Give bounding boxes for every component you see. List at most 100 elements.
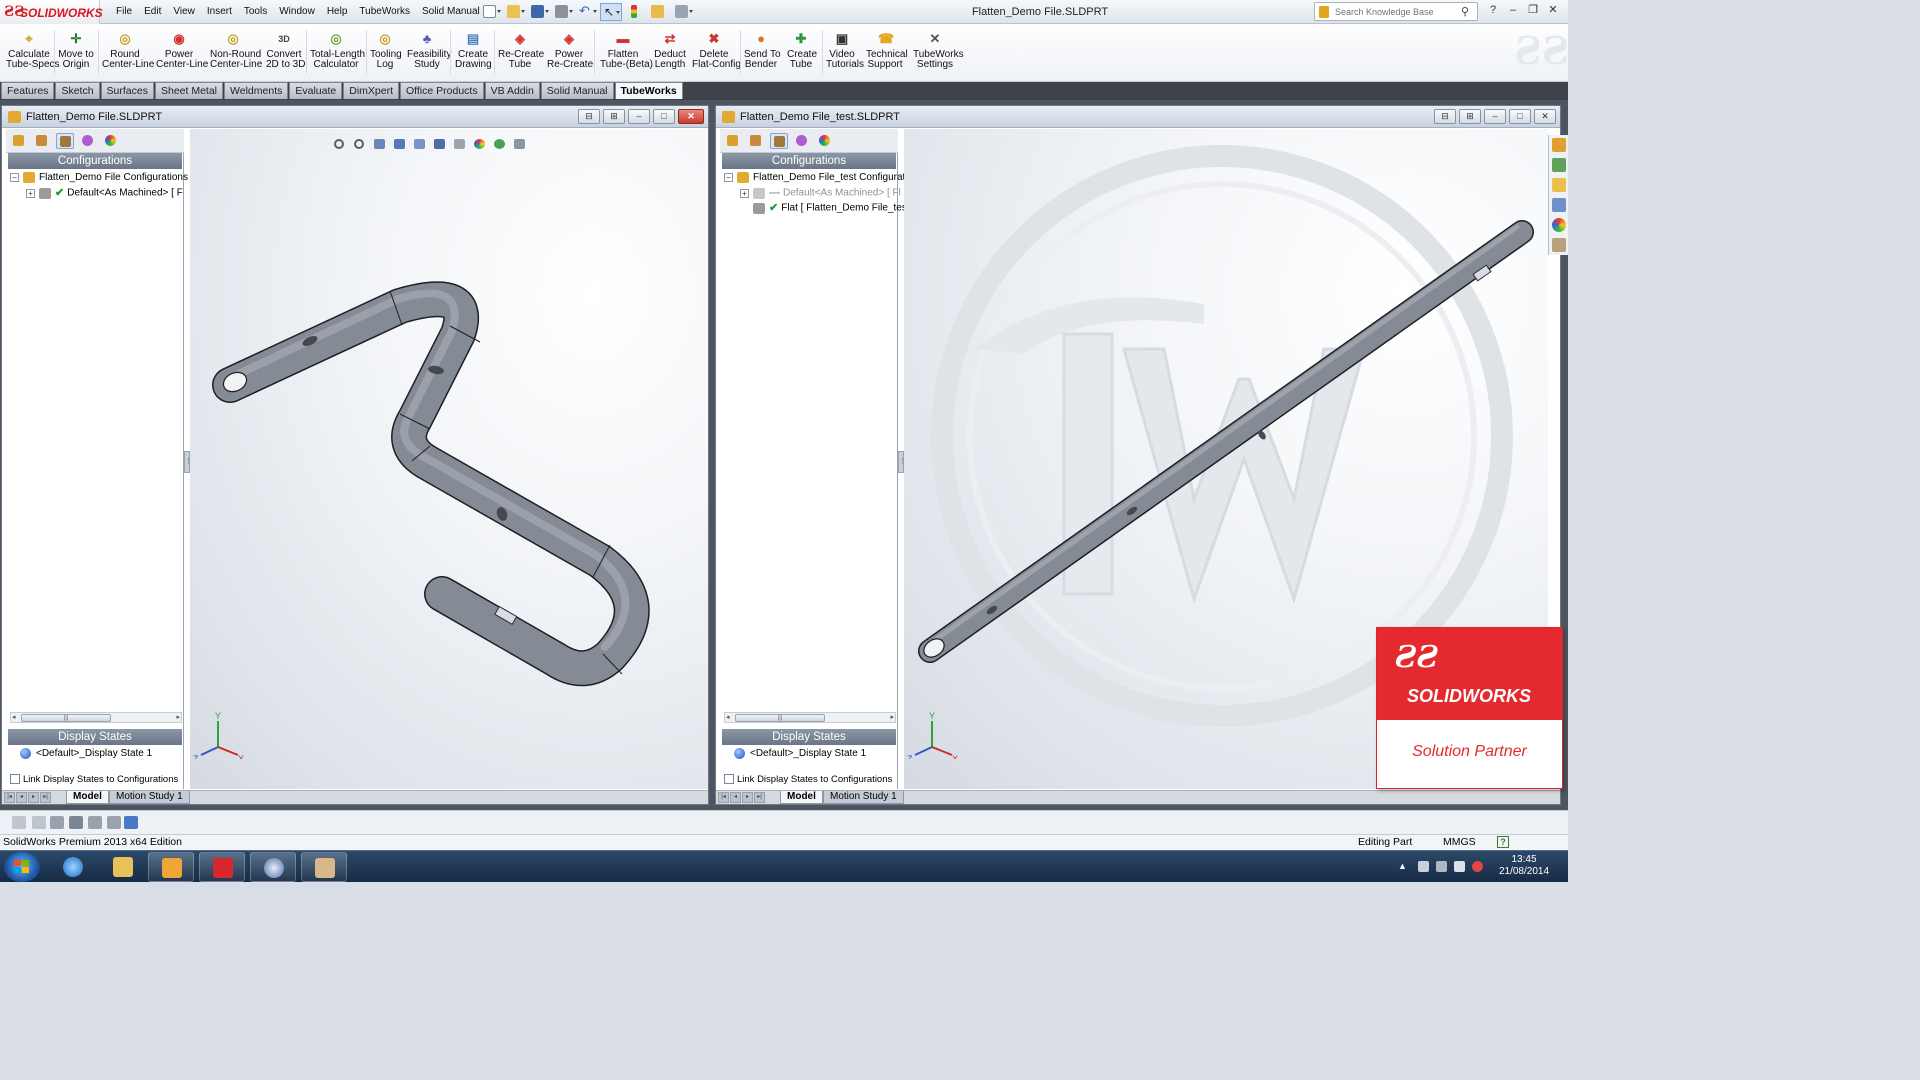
taskbar-file-explorer[interactable] (100, 852, 146, 882)
configuration-item-flat[interactable]: ✔ Flat [ Flatten_Demo File_tes (753, 201, 907, 215)
scroll-left-icon[interactable]: ◂ (726, 713, 730, 722)
sketch-tool-icon[interactable] (12, 816, 26, 829)
expand-icon[interactable]: + (26, 188, 35, 198)
tab-motion-study[interactable]: Motion Study 1 (109, 791, 190, 804)
design-library-icon[interactable] (1552, 158, 1566, 172)
property-manager-tab[interactable] (747, 133, 765, 149)
options-button[interactable] (672, 3, 694, 21)
taskbar-outlook[interactable] (148, 852, 194, 882)
menu-insert[interactable]: Insert (201, 0, 238, 24)
lines-icon[interactable] (69, 816, 83, 829)
dimension-icon[interactable] (107, 816, 121, 829)
cmd-round-center-line-button[interactable]: ◎ Round Center-Line (102, 32, 154, 80)
menu-view[interactable]: View (167, 0, 201, 24)
cmd-calculate-tube-specs-button[interactable]: ⌖ Calculate Tube-Specs (6, 32, 60, 80)
cmd-tubeworks-settings-button[interactable]: ✕ TubeWorks Settings (913, 32, 964, 80)
tab-surfaces[interactable]: Surfaces (100, 82, 154, 99)
display-manager-tab[interactable] (102, 133, 120, 149)
tab-office-products[interactable]: Office Products (400, 82, 484, 99)
scroll-left-icon[interactable]: ◂ (12, 713, 16, 722)
search-icon[interactable]: ⚲ (1461, 5, 1469, 18)
restore-app-button[interactable]: ❐ (1524, 2, 1542, 20)
menu-file[interactable]: File (110, 0, 138, 24)
menu-solid-manual[interactable]: Solid Manual (416, 0, 486, 24)
taskbar-paint[interactable] (301, 852, 347, 882)
menu-tubeworks[interactable]: TubeWorks (353, 0, 416, 24)
link-display-states-checkbox[interactable]: Link Display States to Configurations (724, 773, 892, 787)
search-input[interactable] (1335, 5, 1453, 18)
feature-tree-tab[interactable] (724, 133, 742, 149)
cmd-delete-flat-config-button[interactable]: ✖ Delete Flat-Config (692, 32, 741, 80)
configuration-manager-tab[interactable] (56, 133, 74, 149)
configuration-tree-root[interactable]: – Flatten_Demo File_test Configurat (724, 171, 905, 185)
taskbar-internet-explorer[interactable] (50, 852, 96, 882)
tile-horizontal-button[interactable]: ⊟ (1434, 109, 1456, 124)
close-app-button[interactable]: ✕ (1544, 2, 1562, 20)
tab-features[interactable]: Features (1, 82, 55, 99)
expand-icon[interactable]: + (740, 188, 749, 198)
rebuild-button[interactable] (624, 3, 646, 21)
cmd-video-tutorials-button[interactable]: ▣ Video Tutorials (826, 32, 864, 80)
document-titlebar[interactable]: Flatten_Demo File.SLDPRT ⊟ ⊞ – □ ✕ (2, 106, 708, 128)
cmd-power-center-line-button[interactable]: ◉ Power Center-Line (156, 32, 208, 80)
checkbox-icon[interactable] (10, 774, 20, 785)
tab-motion-study[interactable]: Motion Study 1 (823, 791, 904, 804)
checkbox-icon[interactable] (724, 774, 734, 785)
display-state-item[interactable]: <Default>_Display State 1 (20, 747, 152, 761)
cmd-create-drawing-button[interactable]: ▤ Create Drawing (455, 32, 492, 80)
taskbar-utility[interactable] (250, 852, 296, 882)
feature-tree-tab[interactable] (10, 133, 28, 149)
file-properties-button[interactable] (648, 3, 670, 21)
action-center-icon[interactable] (1418, 861, 1429, 872)
close-document-button[interactable]: ✕ (678, 109, 704, 124)
next-tab-icon[interactable]: ▸ (28, 792, 39, 803)
file-explorer-icon[interactable] (1552, 178, 1566, 192)
link-display-states-checkbox[interactable]: Link Display States to Configurations (10, 773, 178, 787)
tab-model[interactable]: Model (66, 791, 109, 804)
bent-tube-model[interactable] (190, 129, 708, 789)
cmd-total-length-calculator-button[interactable]: ◎ Total-Length Calculator (310, 32, 365, 80)
cmd-power-re-create-button[interactable]: ◈ Power Re-Create (547, 32, 593, 80)
tile-vertical-button[interactable]: ⊞ (1459, 109, 1481, 124)
minimize-document-button[interactable]: – (628, 109, 650, 124)
display-manager-tab[interactable] (816, 133, 834, 149)
new-document-button[interactable] (480, 3, 502, 21)
network-icon[interactable] (1454, 861, 1465, 872)
start-button[interactable] (4, 852, 40, 882)
close-document-button[interactable]: ✕ (1534, 109, 1556, 124)
document-titlebar[interactable]: Flatten_Demo File_test.SLDPRT ⊟ ⊞ – □ ✕ (716, 106, 1560, 128)
sketch-tool-icon[interactable] (50, 816, 64, 829)
configuration-manager-tab[interactable] (770, 133, 788, 149)
cmd-send-to-bender-button[interactable]: ● Send To Bender (744, 32, 781, 80)
solidworks-logo[interactable]: ƧƧ SOLIDWORKS (0, 0, 103, 24)
collapse-icon[interactable]: – (10, 172, 19, 182)
menu-edit[interactable]: Edit (138, 0, 167, 24)
dimxpert-manager-tab[interactable] (79, 133, 97, 149)
unit-system[interactable]: MMGS (1443, 835, 1476, 850)
graphics-viewport[interactable]: Y X Z (190, 129, 708, 789)
configuration-tree-root[interactable]: – Flatten_Demo File Configurations (10, 171, 188, 185)
first-tab-icon[interactable]: |◂ (718, 792, 729, 803)
menu-window[interactable]: Window (273, 0, 321, 24)
sketch-tool-icon[interactable] (32, 816, 46, 829)
help-icon[interactable]: ? (1497, 836, 1509, 848)
custom-properties-icon[interactable] (1552, 238, 1566, 252)
scroll-thumb[interactable]: ||| (21, 714, 111, 722)
solidworks-resources-icon[interactable] (1552, 138, 1566, 152)
volume-muted-icon[interactable] (1472, 861, 1483, 872)
tab-dimxpert[interactable]: DimXpert (343, 82, 399, 99)
cmd-deduct-length-button[interactable]: ⇄ Deduct Length (654, 32, 686, 80)
open-button[interactable] (504, 3, 526, 21)
cmd-non-round-center-line-button[interactable]: ◎ Non-Round Center-Line (210, 32, 262, 80)
cmd-re-create-tube-button[interactable]: ◈ Re-Create Tube (498, 32, 544, 80)
tile-vertical-button[interactable]: ⊞ (603, 109, 625, 124)
origin-icon[interactable] (124, 816, 138, 829)
first-tab-icon[interactable]: |◂ (4, 792, 15, 803)
print-button[interactable] (552, 3, 574, 21)
show-hidden-icons[interactable]: ▲ (1398, 861, 1409, 872)
tab-weldments[interactable]: Weldments (224, 82, 289, 99)
collapse-icon[interactable]: – (724, 172, 733, 182)
minimize-app-button[interactable]: – (1504, 2, 1522, 20)
help-menu-icon[interactable]: ? (1484, 2, 1502, 20)
grid-icon[interactable] (88, 816, 102, 829)
